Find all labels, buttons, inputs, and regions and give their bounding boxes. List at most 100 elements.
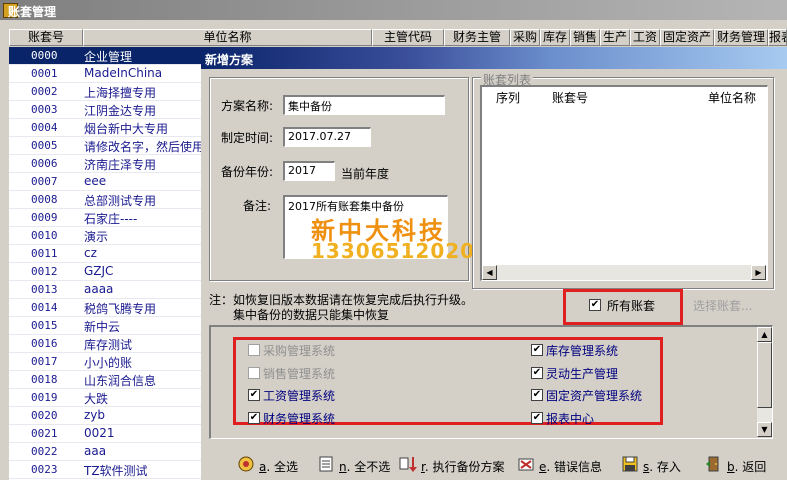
save-icon [622, 456, 638, 472]
row-unit-name: 税鸽飞腾专用 [84, 302, 157, 316]
table-row[interactable]: 0007 eee [9, 173, 201, 191]
row-unit-name: 山东润合信息 [84, 374, 157, 388]
report-center-label: 报表中心 [546, 412, 595, 426]
table-row[interactable]: 0009 石家庄---- [9, 209, 201, 227]
date-input[interactable]: 2017.07.27 [283, 127, 371, 147]
row-unit-name: 上海择擅专用 [84, 86, 157, 100]
table-row[interactable]: 0005 请修改名字，然后使用 [9, 137, 201, 155]
row-book-no: 0001 [31, 67, 58, 80]
row-unit-name: aaaa [84, 282, 114, 296]
column-header-report[interactable]: 报表 [768, 29, 787, 46]
scroll-left-icon[interactable]: ◀ [482, 265, 497, 280]
finance-system-label: 财务管理系统 [263, 412, 336, 426]
table-row[interactable]: 0001 MadeInChina [9, 65, 201, 83]
fixed-assets-system-checkbox[interactable]: ✔ [531, 389, 543, 401]
plan-name-input[interactable]: 集中备份 [283, 95, 445, 115]
table-row[interactable]: 0010 演示 [9, 227, 201, 245]
sales-system-checkbox[interactable] [248, 367, 260, 379]
row-unit-name: 烟台新中大专用 [84, 122, 169, 136]
column-header-finance-head[interactable]: 财务主管 [444, 29, 510, 46]
book-list-col-no[interactable]: 账套号 [552, 89, 588, 106]
scroll-right-icon[interactable]: ▶ [751, 265, 766, 280]
report-center-checkbox[interactable]: ✔ [531, 412, 543, 424]
row-book-no: 0019 [31, 391, 58, 404]
row-unit-name: 新中云 [84, 320, 121, 334]
column-header-sales[interactable]: 销售 [570, 29, 600, 46]
table-row[interactable]: 0002 上海择擅专用 [9, 83, 201, 101]
inventory-system-checkbox[interactable]: ✔ [531, 344, 543, 356]
scroll-thumb[interactable] [757, 342, 772, 408]
column-header-finance-mgmt[interactable]: 财务管理 [714, 29, 768, 46]
table-row[interactable]: 0003 江阴金达专用 [9, 101, 201, 119]
year-label: 备份年份: [221, 165, 274, 179]
row-book-no: 0016 [31, 337, 58, 350]
year-suffix: 当前年度 [341, 167, 390, 181]
scroll-down-icon[interactable]: ▼ [757, 422, 772, 437]
table-row[interactable]: 0019 大跌 [9, 389, 201, 407]
plan-name-label: 方案名称: [221, 99, 274, 113]
column-header-book-no[interactable]: 账套号 [9, 29, 83, 46]
row-book-no: 0002 [31, 85, 58, 98]
table-row[interactable]: 0008 总部测试专用 [9, 191, 201, 209]
finance-system-checkbox[interactable]: ✔ [248, 412, 260, 424]
back-label: . 返回 [734, 460, 767, 474]
table-row[interactable]: 0000 企业管理 [9, 47, 201, 65]
row-unit-name: 小小的账 [84, 356, 133, 370]
table-row[interactable]: 0012 GZJC [9, 263, 201, 281]
row-book-no: 0006 [31, 157, 58, 170]
book-list[interactable]: 序列 账套号 单位名称 ◀ ▶ [480, 85, 768, 281]
row-book-no: 0012 [31, 265, 58, 278]
row-book-no: 0011 [31, 247, 58, 260]
table-row[interactable]: 0015 新中云 [9, 317, 201, 335]
column-header-fixed-assets[interactable]: 固定资产 [660, 29, 714, 46]
dialog-title: 新增方案 [205, 53, 254, 67]
table-row[interactable]: 0017 小小的账 [9, 353, 201, 371]
row-unit-name: aaa [84, 444, 107, 458]
row-book-no: 0014 [31, 301, 58, 314]
scroll-up-icon[interactable]: ▲ [757, 327, 772, 342]
row-unit-name: 演示 [84, 230, 109, 244]
row-unit-name: 企业管理 [84, 50, 133, 64]
column-header-unit-name[interactable]: 单位名称 [83, 29, 372, 46]
systems-vscrollbar[interactable]: ▲ ▼ [757, 327, 772, 437]
select-none-label: . 全不选 [346, 460, 391, 474]
purchase-system-checkbox[interactable] [248, 344, 260, 356]
table-row[interactable]: 0021 0021 [9, 425, 201, 443]
column-header-payroll[interactable]: 工资 [630, 29, 660, 46]
row-unit-name: 大跌 [84, 392, 109, 406]
payroll-system-checkbox[interactable]: ✔ [248, 389, 260, 401]
select-books-button[interactable]: 选择账套... [693, 297, 752, 314]
table-row[interactable]: 0006 济南庄泽专用 [9, 155, 201, 173]
column-header-production[interactable]: 生产 [600, 29, 630, 46]
run-backup-icon [399, 457, 417, 472]
account-list[interactable]: 0000 企业管理 0001 MadeInChina 0002 上海择擅专用 0003… [9, 47, 201, 480]
table-row[interactable]: 0022 aaa [9, 443, 201, 461]
dialog-titlebar: 新增方案 [201, 47, 787, 69]
table-row[interactable]: 0018 山东润合信息 [9, 371, 201, 389]
column-header-purchase[interactable]: 采购 [510, 29, 540, 46]
table-row[interactable]: 0014 税鸽飞腾专用 [9, 299, 201, 317]
row-book-no: 0004 [31, 121, 58, 134]
book-list-col-name[interactable]: 单位名称 [708, 89, 756, 106]
row-book-no: 0000 [31, 49, 58, 62]
table-row[interactable]: 0023 TZ软件测试 [9, 461, 201, 479]
inventory-system-label: 库存管理系统 [546, 344, 619, 358]
table-row[interactable]: 0004 烟台新中大专用 [9, 119, 201, 137]
year-input[interactable]: 2017 [283, 161, 335, 181]
table-row[interactable]: 0013 aaaa [9, 281, 201, 299]
table-row[interactable]: 0011 cz [9, 245, 201, 263]
row-unit-name: MadeInChina [84, 66, 163, 80]
select-none-icon [319, 456, 333, 472]
book-list-col-seq[interactable]: 序列 [496, 89, 520, 106]
production-system-checkbox[interactable]: ✔ [531, 367, 543, 379]
row-unit-name: GZJC [84, 264, 114, 278]
row-book-no: 0020 [31, 409, 58, 422]
table-row[interactable]: 0020 zyb [9, 407, 201, 425]
column-header-inventory[interactable]: 库存 [540, 29, 570, 46]
all-books-checkbox[interactable]: ✔ [589, 299, 601, 311]
table-row[interactable]: 0016 库存测试 [9, 335, 201, 353]
column-header-code[interactable]: 主管代码 [372, 29, 444, 46]
sales-system-label: 销售管理系统 [263, 367, 336, 381]
row-book-no: 0017 [31, 355, 58, 368]
book-list-hscrollbar[interactable]: ◀ ▶ [482, 265, 766, 280]
